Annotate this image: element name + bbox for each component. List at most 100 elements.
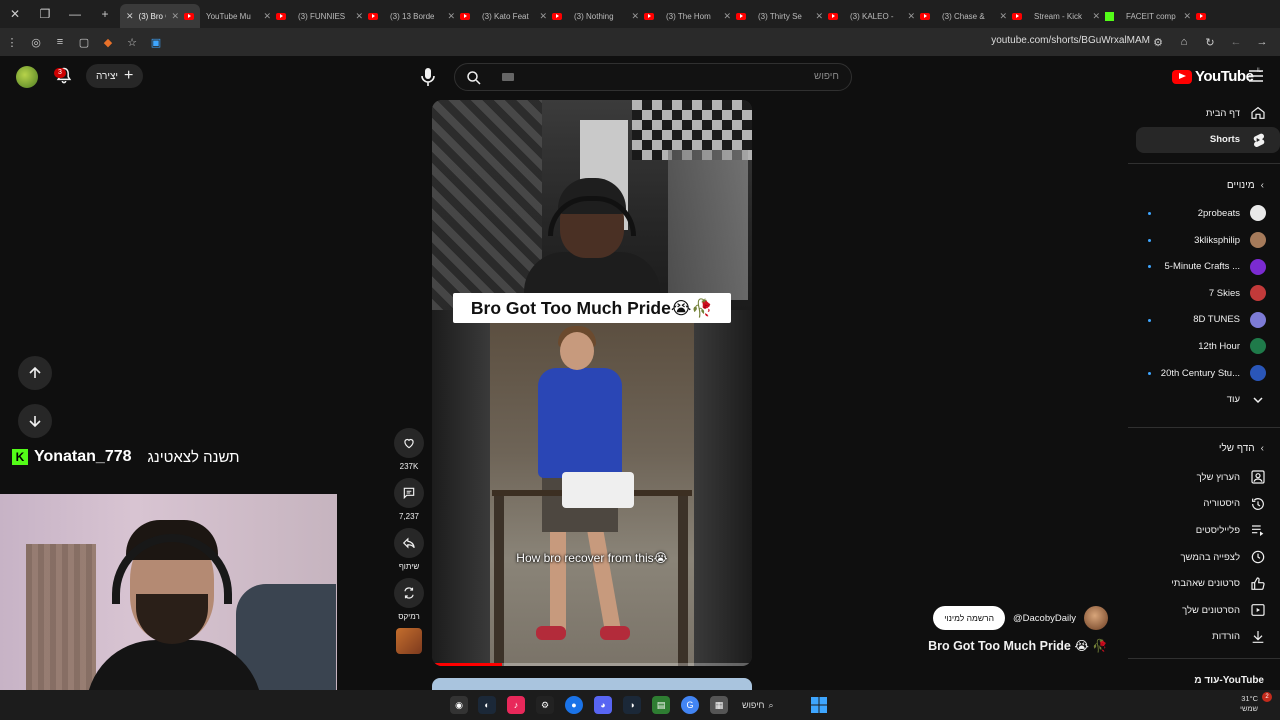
- media-controls-icon[interactable]: ≡: [48, 30, 72, 54]
- close-tab-icon[interactable]: ✕: [126, 11, 134, 22]
- browser-tab[interactable]: Stream - Kick ✕: [1028, 4, 1120, 28]
- comments-button[interactable]: 7,237: [393, 478, 425, 521]
- next-short-button[interactable]: [18, 404, 52, 438]
- subscribe-button[interactable]: הרשמה למינוי: [933, 606, 1006, 630]
- search-box[interactable]: חיפוש: [454, 63, 852, 91]
- close-tab-icon[interactable]: ✕: [355, 11, 363, 22]
- app-icon[interactable]: ◉: [450, 696, 468, 714]
- sound-thumbnail[interactable]: [396, 628, 422, 654]
- close-tab-icon[interactable]: ✕: [447, 11, 455, 22]
- next-short-preview[interactable]: [432, 678, 752, 690]
- weather-widget[interactable]: 31°C שמשי: [1240, 694, 1258, 714]
- discord-icon[interactable]: ◕: [594, 696, 612, 714]
- subscription-item[interactable]: 2probeats: [1128, 200, 1280, 227]
- close-tab-icon[interactable]: ✕: [723, 11, 731, 22]
- notification-center-badge[interactable]: 2: [1262, 692, 1272, 702]
- previous-short-button[interactable]: [18, 356, 52, 390]
- browser-tab[interactable]: (3) KALEO - ✕: [844, 4, 936, 28]
- short-video-player[interactable]: Bro Got Too Much Pride😭🥀 How bro recover…: [432, 100, 752, 666]
- windows-start-icon[interactable]: [810, 696, 828, 714]
- close-window-icon[interactable]: ✕: [0, 0, 30, 28]
- browser-alt-icon[interactable]: G: [681, 696, 699, 714]
- sidebar-item-home[interactable]: דף הבית: [1128, 100, 1280, 127]
- home-browser-icon[interactable]: ⌂: [1172, 30, 1196, 54]
- subscription-item[interactable]: 20th Century Stu...: [1128, 360, 1280, 387]
- channel-handle[interactable]: @DacobyDaily: [1013, 613, 1076, 624]
- short-title[interactable]: Bro Got Too Much Pride 😭 🥀: [928, 638, 1108, 654]
- close-tab-icon[interactable]: ✕: [263, 11, 271, 22]
- extension-icon[interactable]: ◎: [24, 30, 48, 54]
- share-button[interactable]: שיתוף: [393, 528, 425, 571]
- close-tab-icon[interactable]: ✕: [999, 11, 1007, 22]
- browser-tab[interactable]: (3) The Hom ✕: [660, 4, 752, 28]
- forward-icon[interactable]: ←: [1224, 30, 1248, 54]
- subscription-item[interactable]: 3kliksphilip: [1128, 227, 1280, 254]
- close-tab-icon[interactable]: ✕: [539, 11, 547, 22]
- sidebar-item-history[interactable]: היסטוריה: [1128, 491, 1280, 518]
- browser-tab[interactable]: (3) Nothing ✕: [568, 4, 660, 28]
- taskbar-search[interactable]: חיפוש ⌕: [742, 696, 774, 714]
- minimize-window-icon[interactable]: —: [60, 0, 90, 28]
- sidebar-item-downloads[interactable]: הורדות: [1128, 624, 1280, 651]
- address-bar[interactable]: youtube.com/shorts/BGuWrxalMAM: [991, 35, 1150, 46]
- music-app-icon[interactable]: ♪: [507, 696, 525, 714]
- guide-menu-icon[interactable]: [1248, 69, 1264, 83]
- browser-tab[interactable]: (3) Thirty Se ✕: [752, 4, 844, 28]
- like-button[interactable]: 237K: [393, 428, 425, 471]
- temperature: 31°C: [1241, 694, 1258, 703]
- browser-tab[interactable]: (3) Chase & ✕: [936, 4, 1028, 28]
- sidebar-item-shorts[interactable]: Shorts: [1136, 126, 1280, 154]
- browser-tab[interactable]: YouTube Mu ✕: [200, 4, 292, 28]
- close-tab-icon[interactable]: ✕: [907, 11, 915, 22]
- show-more-button[interactable]: עוד: [1128, 386, 1280, 413]
- calculator-icon[interactable]: ▦: [710, 696, 728, 714]
- voice-search-icon[interactable]: [416, 65, 440, 89]
- remix-button[interactable]: רמיקס: [393, 578, 425, 621]
- close-tab-icon[interactable]: ✕: [631, 11, 639, 22]
- keyboard-icon[interactable]: [502, 73, 514, 81]
- subscription-item[interactable]: 5-Minute Crafts ...: [1128, 253, 1280, 280]
- menu-dots-icon[interactable]: ⋮: [0, 30, 24, 54]
- close-tab-icon[interactable]: ✕: [1183, 11, 1191, 22]
- video-progress-bar[interactable]: [432, 663, 752, 666]
- subscription-name: 3kliksphilip: [1194, 234, 1240, 246]
- extension-blue-icon[interactable]: ▣: [144, 30, 168, 54]
- browser-tab[interactable]: (3) FUNNIES ✕: [292, 4, 384, 28]
- create-button[interactable]: יצירה +: [86, 64, 144, 88]
- channel-avatar[interactable]: [1084, 606, 1108, 630]
- browser-tab[interactable]: FACEIT comp ✕: [1120, 4, 1212, 28]
- bookmark-star-icon[interactable]: ☆: [120, 30, 144, 54]
- sidebar-item-your-videos[interactable]: הסרטונים שלך: [1128, 597, 1280, 624]
- subscription-item[interactable]: 8D TUNES: [1128, 307, 1280, 334]
- reload-icon[interactable]: ↻: [1198, 30, 1222, 54]
- tab-search-icon[interactable]: ▢: [72, 30, 96, 54]
- back-icon[interactable]: →: [1250, 30, 1274, 54]
- search-icon[interactable]: [463, 69, 485, 87]
- extension-fox-icon[interactable]: ◆: [96, 30, 120, 54]
- steam-icon[interactable]: ◐: [478, 696, 496, 714]
- settings-app-icon[interactable]: ⚙: [536, 696, 554, 714]
- sidebar-item-watch-later[interactable]: לצפייה בהמשך: [1128, 544, 1280, 571]
- steam-alt-icon[interactable]: ◑: [623, 696, 641, 714]
- channel-avatar: [1250, 311, 1266, 328]
- chrome-icon[interactable]: ●: [565, 696, 583, 714]
- sidebar-item-liked[interactable]: סרטונים שאהבתי: [1128, 570, 1280, 597]
- browser-tab[interactable]: (3) Kato Feat ✕: [476, 4, 568, 28]
- restore-window-icon[interactable]: ❐: [30, 0, 60, 28]
- sidebar-item-channel[interactable]: הערוץ שלך: [1128, 464, 1280, 491]
- close-tab-icon[interactable]: ✕: [1092, 11, 1100, 22]
- browser-tab[interactable]: ✕ (3) Bro G ✕: [120, 4, 200, 28]
- close-tab-icon[interactable]: ✕: [171, 11, 179, 22]
- browser-tab[interactable]: (3) 13 Borde ✕: [384, 4, 476, 28]
- subscription-item[interactable]: 7 Skies: [1128, 280, 1280, 307]
- site-settings-icon[interactable]: ⚙: [1146, 30, 1170, 54]
- subscriptions-header[interactable]: מינויים ‹: [1128, 170, 1280, 200]
- close-tab-icon[interactable]: ✕: [815, 11, 823, 22]
- subscription-name: 12th Hour: [1198, 340, 1240, 352]
- you-header[interactable]: הדף שלי ‹: [1128, 434, 1280, 464]
- new-tab-icon[interactable]: +: [90, 0, 120, 28]
- spreadsheet-icon[interactable]: ▤: [652, 696, 670, 714]
- account-avatar[interactable]: [16, 66, 38, 88]
- subscription-item[interactable]: 12th Hour: [1128, 333, 1280, 360]
- sidebar-item-playlists[interactable]: פלייליסטים: [1128, 517, 1280, 544]
